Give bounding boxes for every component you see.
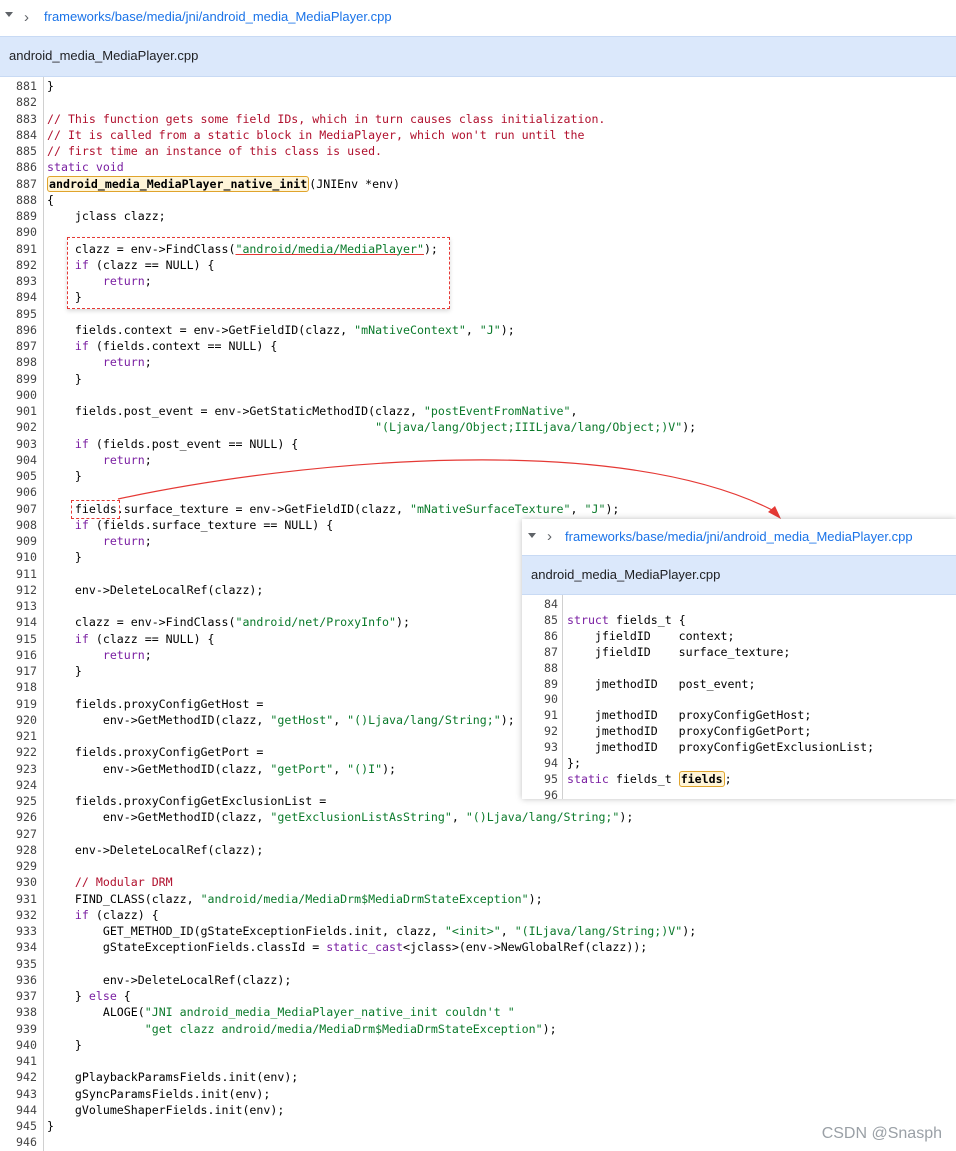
line-number[interactable]: 93 bbox=[522, 739, 558, 755]
code-token: jmethodID proxyConfigGetPort; bbox=[567, 724, 812, 739]
line-number[interactable]: 88 bbox=[522, 660, 558, 676]
code-token: jmethodID proxyConfigGetExclusionList; bbox=[567, 740, 875, 755]
line-number[interactable]: 92 bbox=[522, 723, 558, 739]
code-text: jmethodID proxyConfigGetHost; bbox=[567, 707, 811, 723]
line-number[interactable]: 95 bbox=[522, 771, 558, 787]
code-line: 94}; bbox=[522, 755, 956, 771]
code-text: jfieldID surface_texture; bbox=[567, 644, 790, 660]
code-line: 90 bbox=[522, 691, 956, 707]
code-line: 93 jmethodID proxyConfigGetExclusionList… bbox=[522, 739, 956, 755]
highlighted-symbol[interactable]: fields bbox=[678, 770, 725, 787]
line-number[interactable]: 91 bbox=[522, 707, 558, 723]
inset-file-title: android_media_MediaPlayer.cpp bbox=[531, 567, 721, 582]
code-text: struct fields_t { bbox=[567, 612, 686, 628]
chevron-right-icon: › bbox=[547, 528, 552, 545]
line-number[interactable]: 86 bbox=[522, 628, 558, 644]
inset-breadcrumb-path-link[interactable]: frameworks/base/media/jni/android_media_… bbox=[565, 529, 913, 544]
code-line: 92 jmethodID proxyConfigGetPort; bbox=[522, 723, 956, 739]
code-token: fields_t { bbox=[608, 612, 686, 627]
code-line: 89 jmethodID post_event; bbox=[522, 676, 956, 692]
code-token: ; bbox=[724, 771, 732, 786]
code-line: 96 bbox=[522, 787, 956, 803]
inset-breadcrumb-bar: › frameworks/base/media/jni/android_medi… bbox=[522, 519, 956, 555]
code-line: 87 jfieldID surface_texture; bbox=[522, 644, 956, 660]
code-text: jmethodID post_event; bbox=[567, 676, 756, 692]
code-text: jfieldID context; bbox=[567, 628, 735, 644]
code-token: jfieldID context; bbox=[567, 628, 735, 643]
line-number[interactable]: 89 bbox=[522, 676, 558, 692]
code-line: 85 struct fields_t { bbox=[522, 612, 956, 628]
code-line: 91 jmethodID proxyConfigGetHost; bbox=[522, 707, 956, 723]
code-line: 84 bbox=[522, 596, 956, 612]
watermark: CSDN @Snasph bbox=[821, 1125, 942, 1142]
code-line: 95 static fields_t fields; bbox=[522, 770, 956, 787]
code-token: struct bbox=[567, 612, 609, 627]
code-token: jfieldID surface_texture; bbox=[567, 644, 791, 659]
code-line: 88 bbox=[522, 660, 956, 676]
inset-struct-panel: › frameworks/base/media/jni/android_medi… bbox=[522, 519, 956, 802]
code-token: static bbox=[567, 771, 609, 786]
code-line: 86 jfieldID context; bbox=[522, 628, 956, 644]
line-number[interactable]: 90 bbox=[522, 691, 558, 707]
code-token: }; bbox=[567, 756, 581, 770]
inset-file-title-bar: android_media_MediaPlayer.cpp bbox=[522, 555, 956, 595]
line-number[interactable]: 94 bbox=[522, 755, 558, 771]
code-token: fields_t bbox=[608, 771, 679, 786]
code-text: jmethodID proxyConfigGetPort; bbox=[567, 723, 811, 739]
code-text: static fields_t fields; bbox=[567, 770, 732, 787]
line-number[interactable]: 96 bbox=[522, 787, 558, 803]
line-number[interactable]: 87 bbox=[522, 644, 558, 660]
expand-triangle-icon[interactable] bbox=[528, 533, 536, 538]
code-text: jmethodID proxyConfigGetExclusionList; bbox=[567, 739, 874, 755]
line-number[interactable]: 85 bbox=[522, 612, 558, 628]
code-token: jmethodID proxyConfigGetHost; bbox=[567, 708, 812, 723]
code-text: }; bbox=[567, 755, 581, 771]
line-number[interactable]: 84 bbox=[522, 596, 558, 612]
code-token: jmethodID post_event; bbox=[567, 676, 756, 691]
